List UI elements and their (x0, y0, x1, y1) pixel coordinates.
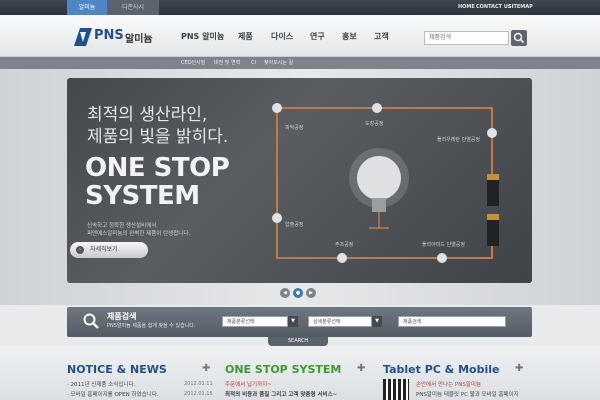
subnav-directions[interactable]: 찾아오시는 길 (264, 57, 293, 69)
notice-title: NOTICE & NEWS (67, 363, 167, 376)
detail-button[interactable]: › 자세히보기 (70, 242, 148, 258)
sub-navigation (0, 57, 600, 69)
process-label-2: 도장공정 (365, 121, 384, 127)
tablet-line-2: PNS알미늄 태블릿 PC 웹과 모바일 홈페이지 (416, 392, 519, 398)
onestop-more-icon[interactable]: ✚ (357, 363, 365, 374)
category-select[interactable]: 제품분류선택 (222, 316, 288, 327)
search-icon (513, 32, 525, 44)
slide-current-dot[interactable]: ● (293, 288, 303, 298)
product-search-title: 제품검색 (107, 312, 137, 321)
onestop-title: ONE STOP SYSTEM (225, 363, 342, 376)
tab-dijon-sash[interactable]: 디존사시 (107, 0, 159, 15)
logo-brand: PNS (94, 28, 124, 43)
notice-item[interactable]: · 2011년 신제품 소식입니다. (67, 380, 135, 388)
process-label-5: 주조공정 (335, 242, 354, 248)
process-label-4: 압출공정 (285, 222, 304, 228)
detail-button-label: 자세히보기 (90, 246, 118, 253)
chevron-down-icon[interactable]: ▼ (288, 316, 298, 327)
hero-desc-2: 피엔에스알미늄의 완벽한 제품이 탄생합니다. (87, 231, 191, 237)
logo-name: 알미늄 (125, 34, 153, 45)
notice-item[interactable]: · 모바일 홈페이지를 OPEN 하였습니다. (67, 390, 159, 398)
tab-alumi[interactable]: 알미늄 (67, 0, 107, 15)
notice-item-text: 모바일 홈페이지를 OPEN 하였습니다. (70, 392, 159, 398)
slide-prev-button[interactable]: ◀ (280, 288, 290, 298)
onestop-line-2: 최적의 비용과 품질 그리고 고객 맞춤형 서비스~ (225, 392, 338, 398)
subnav-vision[interactable]: 비전 및 연혁 (214, 57, 240, 69)
notice-more-icon[interactable]: ✚ (202, 363, 210, 374)
hero-big-2: SYSTEM (85, 181, 200, 211)
magnifier-icon (82, 312, 100, 334)
subnav-ceo[interactable]: CEO인사말 (181, 57, 205, 69)
hero-desc-1: 신속하고 정확한 생산설비에서 (87, 223, 157, 229)
subnav-ci[interactable]: CI (251, 57, 256, 69)
notice-date: 2012.01.11 (184, 381, 213, 387)
nav-pr[interactable]: 홍보 (342, 31, 357, 42)
hero-headline-2: 제품의 빛을 밝히다. (87, 127, 229, 147)
sitemap-link[interactable]: SITEMAP (508, 0, 533, 15)
nav-customer[interactable]: 고객 (374, 31, 389, 42)
nav-research[interactable]: 연구 (310, 31, 325, 42)
contact-us-link[interactable]: CONTACT US (476, 0, 511, 15)
notice-date: 2012.01.15 (184, 391, 213, 397)
logo-icon (74, 28, 92, 46)
logo[interactable]: PNS 알미늄 (72, 26, 162, 48)
process-label-6: 폴리아미드 단열공정 (422, 242, 465, 248)
process-label-1: 피막공정 (285, 125, 304, 131)
arrow-right-icon: › (76, 246, 84, 254)
nav-pns[interactable]: PNS 알미늄 (181, 31, 224, 42)
product-search-desc: PNS알미늄 제품을 쉽게 찾을 수 있습니다. (107, 323, 196, 329)
subcategory-select[interactable]: 상세분류선택 (308, 316, 372, 327)
tablet-line-1: 손안에서 만나는 PNS알미늄 (416, 382, 482, 388)
tablet-more-icon[interactable]: ✚ (515, 363, 523, 374)
notice-item-text: 2011년 신제품 소식입니다. (70, 382, 136, 388)
hero-big-1: ONE STOP (85, 153, 230, 183)
header-search-input[interactable]: 제품검색 (424, 31, 509, 45)
home-link[interactable]: HOME (458, 0, 475, 15)
chevron-down-icon[interactable]: ▼ (372, 316, 382, 327)
qr-code (383, 379, 409, 400)
nav-dies[interactable]: 다이스 (271, 31, 293, 42)
product-search-input[interactable]: 제품검색 (398, 316, 506, 327)
tablet-title: Tablet PC & Mobile (383, 363, 500, 376)
header-search-button[interactable] (511, 30, 527, 46)
onestop-line-1: 주문에서 납기까지~ (225, 382, 272, 388)
nav-products[interactable]: 제품 (238, 31, 253, 42)
search-submit-button[interactable]: SEARCH (268, 337, 328, 346)
process-label-3: 폴리우레탄 단열공정 (437, 137, 480, 143)
slide-next-button[interactable]: ▶ (306, 288, 316, 298)
